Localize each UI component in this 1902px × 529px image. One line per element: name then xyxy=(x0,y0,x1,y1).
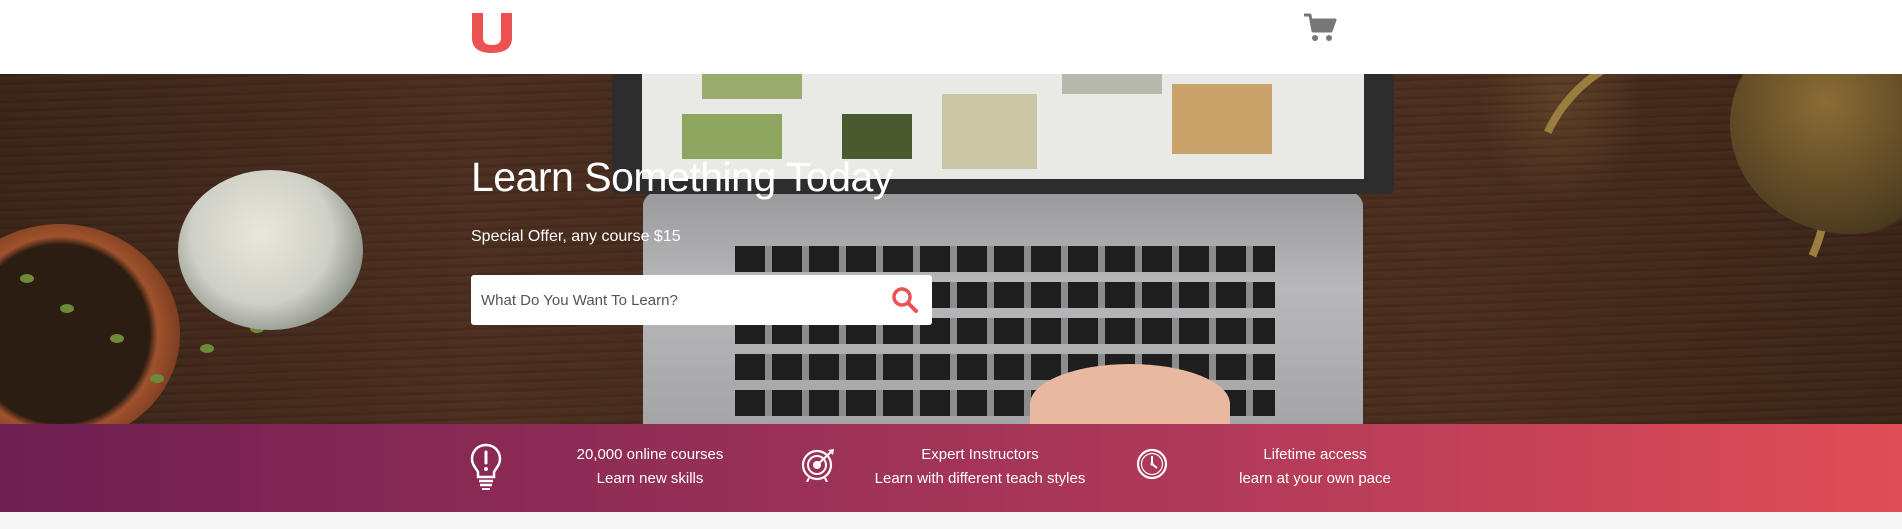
screen-thumbnail xyxy=(702,74,802,99)
feature-lifetime-access-subtitle: learn at your own pace xyxy=(1239,470,1391,487)
feature-courses: 20,000 online courses Learn new skills xyxy=(540,443,760,491)
feature-courses-subtitle: Learn new skills xyxy=(596,470,704,487)
feature-instructors: Expert Instructors Learn with different … xyxy=(860,443,1100,491)
leaf-decoration xyxy=(60,304,74,313)
top-navigation-bar xyxy=(0,0,1902,74)
feature-lifetime-access: Lifetime access learn at your own pace xyxy=(1195,443,1435,491)
cart-icon[interactable] xyxy=(1303,13,1337,43)
leaf-decoration xyxy=(110,334,124,343)
screen-thumbnail xyxy=(1062,74,1162,94)
page-content-area xyxy=(0,512,1902,529)
search-input[interactable] xyxy=(481,275,871,325)
feature-instructors-subtitle: Learn with different teach styles xyxy=(874,470,1086,487)
feature-courses-title: 20,000 online courses xyxy=(576,446,724,463)
lightbulb-icon xyxy=(470,443,502,490)
screen-thumbnail xyxy=(842,114,912,159)
hero-title: Learn Something Today xyxy=(471,154,893,200)
leaf-decoration xyxy=(20,274,34,283)
screen-thumbnail xyxy=(942,94,1037,169)
hero-banner: Learn Something Today Special Offer, any… xyxy=(0,74,1902,424)
screen-thumbnail xyxy=(682,114,782,159)
hero-subtitle: Special Offer, any course $15 xyxy=(471,228,681,245)
udemy-logo-icon[interactable] xyxy=(470,11,514,53)
screen-thumbnail xyxy=(1172,84,1272,154)
leaf-decoration xyxy=(200,344,214,353)
feature-instructors-title: Expert Instructors xyxy=(921,446,1039,463)
features-bar: 20,000 online courses Learn new skills E… xyxy=(0,424,1902,512)
feature-lifetime-access-title: Lifetime access xyxy=(1263,446,1367,463)
clock-icon xyxy=(1136,448,1168,480)
target-icon xyxy=(801,449,834,482)
leaf-decoration xyxy=(150,374,164,383)
search-bar xyxy=(471,275,932,325)
candle-image xyxy=(178,170,363,330)
search-icon[interactable] xyxy=(891,286,919,314)
